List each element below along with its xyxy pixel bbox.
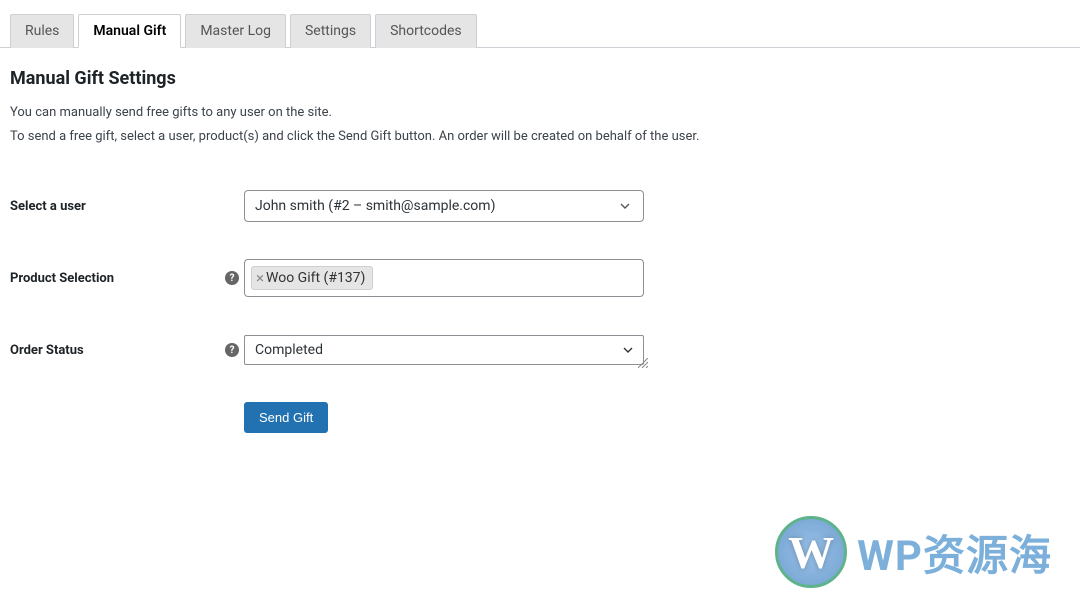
page-title: Manual Gift Settings: [10, 68, 1070, 89]
help-icon[interactable]: ?: [225, 343, 239, 357]
watermark: W WP资源海: [775, 516, 1052, 588]
wp-logo-letter: W: [788, 526, 834, 579]
user-select-value: John smith (#2 – smith@sample.com): [255, 198, 495, 214]
product-token-label: Woo Gift (#137): [266, 270, 365, 286]
row-order-status: Order Status ? Completed: [0, 320, 1080, 380]
tab-settings[interactable]: Settings: [290, 14, 371, 48]
row-product-selection: Product Selection ? × Woo Gift (#137): [0, 248, 1080, 308]
label-order-status: Order Status: [10, 343, 220, 358]
tab-bar: Rules Manual Gift Master Log Settings Sh…: [0, 0, 1080, 48]
chevron-down-icon: [617, 198, 633, 214]
send-gift-button[interactable]: Send Gift: [244, 402, 328, 433]
remove-token-icon[interactable]: ×: [256, 271, 264, 286]
order-status-value: Completed: [255, 342, 323, 358]
description-line-2: To send a free gift, select a user, prod…: [10, 127, 1070, 147]
tab-shortcodes[interactable]: Shortcodes: [375, 14, 477, 48]
user-select[interactable]: John smith (#2 – smith@sample.com): [244, 190, 644, 222]
label-product-selection: Product Selection: [10, 271, 220, 286]
help-icon[interactable]: ?: [225, 271, 239, 285]
label-select-user: Select a user: [10, 199, 220, 214]
wp-logo-icon: W: [775, 516, 847, 588]
submit-row: Send Gift: [0, 392, 1080, 433]
tab-manual-gift[interactable]: Manual Gift: [78, 14, 181, 48]
tab-rules[interactable]: Rules: [10, 14, 74, 48]
description-line-1: You can manually send free gifts to any …: [10, 103, 1070, 123]
watermark-text: WP资源海: [857, 522, 1052, 583]
product-token: × Woo Gift (#137): [251, 266, 373, 290]
form: Select a user John smith (#2 – smith@sam…: [0, 176, 1080, 433]
order-status-select[interactable]: Completed: [244, 335, 644, 365]
row-select-user: Select a user John smith (#2 – smith@sam…: [0, 176, 1080, 236]
product-input[interactable]: × Woo Gift (#137): [244, 259, 644, 297]
tab-master-log[interactable]: Master Log: [185, 14, 286, 48]
